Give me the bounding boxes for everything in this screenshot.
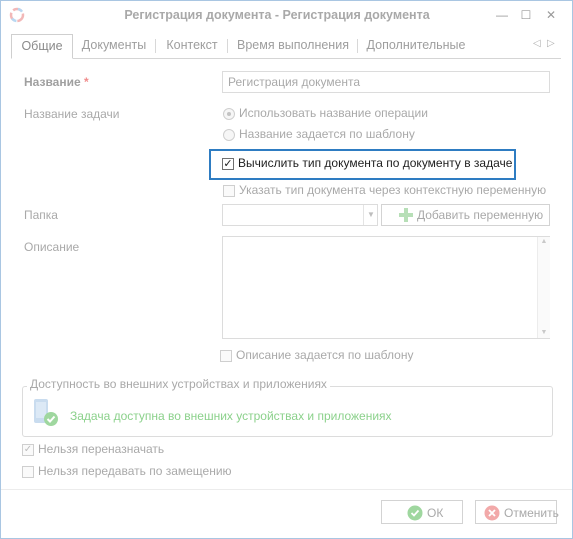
footer-divider	[1, 489, 572, 490]
tab-bar: Общие Документы Контекст Время выполнени…	[11, 34, 561, 59]
close-button[interactable]: ✕	[543, 7, 559, 23]
radio-use-operation[interactable]	[223, 108, 235, 120]
minimize-button[interactable]: —	[494, 7, 510, 23]
ok-button[interactable]: ОК	[381, 500, 463, 524]
tab-context[interactable]: Контекст	[161, 34, 223, 57]
description-textarea[interactable]	[222, 236, 550, 339]
cancel-circle-icon	[484, 505, 500, 521]
plus-icon	[399, 208, 413, 222]
folder-select[interactable]	[222, 204, 378, 226]
no-substitute-label: Нельзя передавать по замещению	[38, 464, 232, 478]
cancel-button[interactable]: Отменить	[475, 500, 559, 524]
add-variable-button[interactable]: Добавить переменную	[381, 204, 550, 226]
radio-use-operation-label: Использовать название операции	[239, 106, 428, 120]
description-label: Описание	[24, 240, 80, 254]
add-variable-label: Добавить переменную	[417, 208, 544, 222]
tab-general[interactable]: Общие	[11, 34, 73, 59]
name-input[interactable]: Регистрация документа	[222, 71, 550, 93]
calc-doc-type-label: Вычислить тип документа по документу в з…	[238, 156, 513, 170]
required-mark: *	[84, 75, 89, 89]
name-label-text: Название	[24, 75, 81, 89]
tab-scroll-left-icon[interactable]: ◁	[533, 38, 541, 49]
tab-scroll-right-icon[interactable]: ▷	[547, 38, 555, 49]
cancel-label: Отменить	[504, 506, 559, 520]
no-reassign-label: Нельзя переназначать	[38, 442, 165, 456]
description-template-label: Описание задается по шаблону	[236, 348, 414, 362]
radio-by-template[interactable]	[223, 129, 235, 141]
chevron-down-icon[interactable]: ▼	[363, 205, 378, 225]
name-label: Название *	[24, 75, 89, 89]
availability-group-title: Доступность во внешних устройствах и при…	[27, 377, 330, 391]
description-template-checkbox[interactable]	[220, 350, 232, 362]
scroll-down-icon[interactable]: ▼	[538, 328, 550, 338]
description-scrollbar[interactable]: ▲ ▼	[537, 237, 550, 338]
no-substitute-checkbox[interactable]	[22, 466, 34, 478]
scroll-up-icon[interactable]: ▲	[538, 237, 550, 247]
maximize-button[interactable]: ☐	[518, 7, 534, 23]
radio-by-template-label: Название задается по шаблону	[239, 127, 415, 141]
title-bar: Регистрация документа - Регистрация доку…	[1, 1, 572, 31]
device-check-icon	[34, 399, 58, 426]
task-name-label: Название задачи	[24, 107, 120, 121]
window-title: Регистрация документа - Регистрация доку…	[124, 8, 430, 22]
ok-label: ОК	[427, 506, 444, 520]
dialog-window: Регистрация документа - Регистрация доку…	[0, 0, 573, 539]
check-circle-icon	[407, 505, 423, 521]
tab-separator	[357, 39, 358, 53]
tab-execution-time[interactable]: Время выполнения	[233, 34, 353, 57]
folder-label: Папка	[24, 208, 58, 222]
tab-documents[interactable]: Документы	[77, 34, 151, 57]
calc-doc-type-checkbox[interactable]: ✓	[222, 158, 234, 170]
no-reassign-checkbox[interactable]: ✓	[22, 444, 34, 456]
context-doc-type-label: Указать тип документа через контекстную …	[239, 183, 547, 197]
availability-status: Задача доступна во внешних устройствах и…	[70, 409, 392, 423]
tab-separator	[155, 39, 156, 53]
tab-separator	[227, 39, 228, 53]
tab-additional[interactable]: Дополнительные	[363, 34, 469, 57]
context-doc-type-checkbox[interactable]	[223, 185, 235, 197]
